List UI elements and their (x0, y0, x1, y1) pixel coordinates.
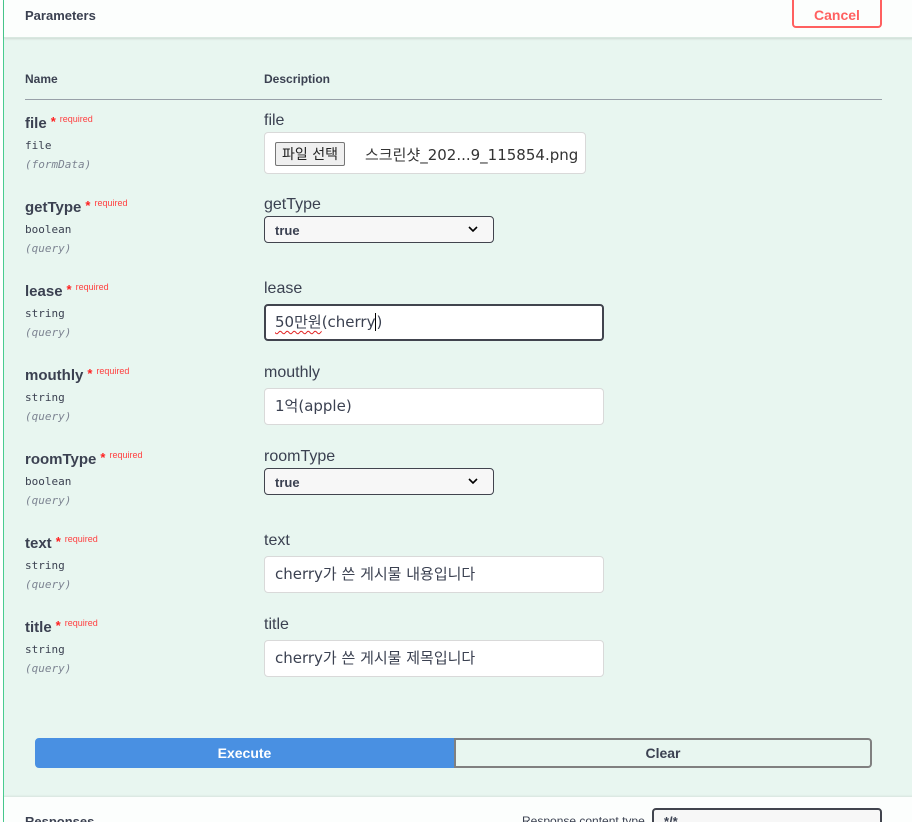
choose-file-button[interactable]: 파일 선택 (275, 142, 345, 166)
column-header-name: Name (25, 72, 58, 86)
param-location: (query) (25, 578, 72, 591)
param-row-lease: lease * required string (query) lease 50만원… (25, 280, 882, 367)
responses-header: Responses Response content type */* (4, 797, 912, 822)
select-value: true (275, 223, 300, 238)
text-input[interactable]: cherry가 쓴 게시물 내용입니다 (264, 556, 604, 593)
spellcheck-underlined-text: 50만원 (275, 313, 322, 331)
header-divider (25, 99, 882, 100)
execute-clear-group: Execute Clear (35, 738, 872, 768)
parameters-title: Parameters (25, 8, 96, 23)
cancel-button[interactable]: Cancel (792, 0, 882, 28)
input-text-after-caret: ) (376, 313, 383, 331)
param-location: (query) (25, 410, 72, 423)
required-label: required (64, 534, 98, 544)
response-content-type-select[interactable]: */* (652, 808, 882, 822)
lease-input[interactable]: 50만원(cherry) (264, 304, 604, 341)
param-description: file (264, 112, 285, 129)
required-asterisk: * (66, 282, 72, 297)
param-name: file * required (25, 114, 93, 132)
param-row-title: title * required string (query) title cher… (25, 616, 882, 703)
param-row-text: text * required string (query) text cherry… (25, 532, 882, 619)
required-label: required (109, 450, 143, 460)
param-row-getType: getType * required boolean (query) getType… (25, 196, 882, 283)
param-location: (formData) (25, 158, 92, 171)
response-content-type-label: Response content type (522, 814, 645, 822)
param-type: boolean (25, 223, 72, 236)
roomType-select[interactable]: true (264, 468, 494, 495)
select-value: true (275, 475, 300, 490)
param-type: string (25, 307, 65, 320)
responses-title: Responses (25, 814, 95, 822)
required-label: required (75, 282, 109, 292)
chevron-down-icon (468, 478, 478, 485)
param-row-mouthly: mouthly * required string (query) mouthly … (25, 364, 882, 451)
param-name: lease * required (25, 282, 109, 300)
clear-button[interactable]: Clear (454, 738, 872, 768)
required-label: required (94, 198, 128, 208)
param-description: text (264, 532, 290, 549)
required-asterisk: * (55, 618, 61, 633)
param-name: mouthly * required (25, 366, 130, 384)
input-text: (cherry (321, 313, 376, 331)
param-description: mouthly (264, 364, 321, 381)
param-description: roomType (264, 448, 336, 465)
selected-file-name: 스크린샷_202...9_115854.png (365, 146, 579, 164)
param-name: text * required (25, 534, 98, 552)
required-asterisk: * (50, 114, 56, 129)
param-location: (query) (25, 662, 72, 675)
param-type: string (25, 391, 65, 404)
required-asterisk: * (87, 366, 93, 381)
param-location: (query) (25, 326, 72, 339)
required-label: required (59, 114, 93, 124)
required-label: required (96, 366, 130, 376)
param-description: lease (264, 280, 303, 297)
param-name: roomType * required (25, 450, 143, 468)
column-header-description: Description (264, 72, 331, 86)
param-name: title * required (25, 618, 98, 636)
param-description: title (264, 616, 289, 633)
title-input[interactable]: cherry가 쓴 게시물 제목입니다 (264, 640, 604, 677)
param-name: getType * required (25, 198, 128, 216)
param-type: file (25, 139, 52, 152)
param-type: string (25, 643, 65, 656)
param-location: (query) (25, 242, 72, 255)
chevron-down-icon (468, 226, 478, 233)
parameters-header: Parameters Cancel (4, 0, 912, 38)
text-caret (375, 312, 377, 331)
param-row-file: file * required file (formData) file 파일 선택… (25, 112, 882, 199)
execute-button[interactable]: Execute (35, 738, 454, 768)
param-type: boolean (25, 475, 72, 488)
param-row-roomType: roomType * required boolean (query) roomTy… (25, 448, 882, 535)
param-description: getType (264, 196, 321, 213)
required-asterisk: * (55, 534, 61, 549)
param-type: string (25, 559, 65, 572)
param-location: (query) (25, 494, 72, 507)
required-asterisk: * (100, 450, 106, 465)
file-input[interactable]: 파일 선택 스크린샷_202...9_115854.png (264, 132, 586, 174)
required-asterisk: * (85, 198, 91, 213)
operation-block: Parameters Cancel Name Description file *… (3, 0, 912, 822)
mouthly-input[interactable]: 1억(apple) (264, 388, 604, 425)
required-label: required (64, 618, 98, 628)
getType-select[interactable]: true (264, 216, 494, 243)
